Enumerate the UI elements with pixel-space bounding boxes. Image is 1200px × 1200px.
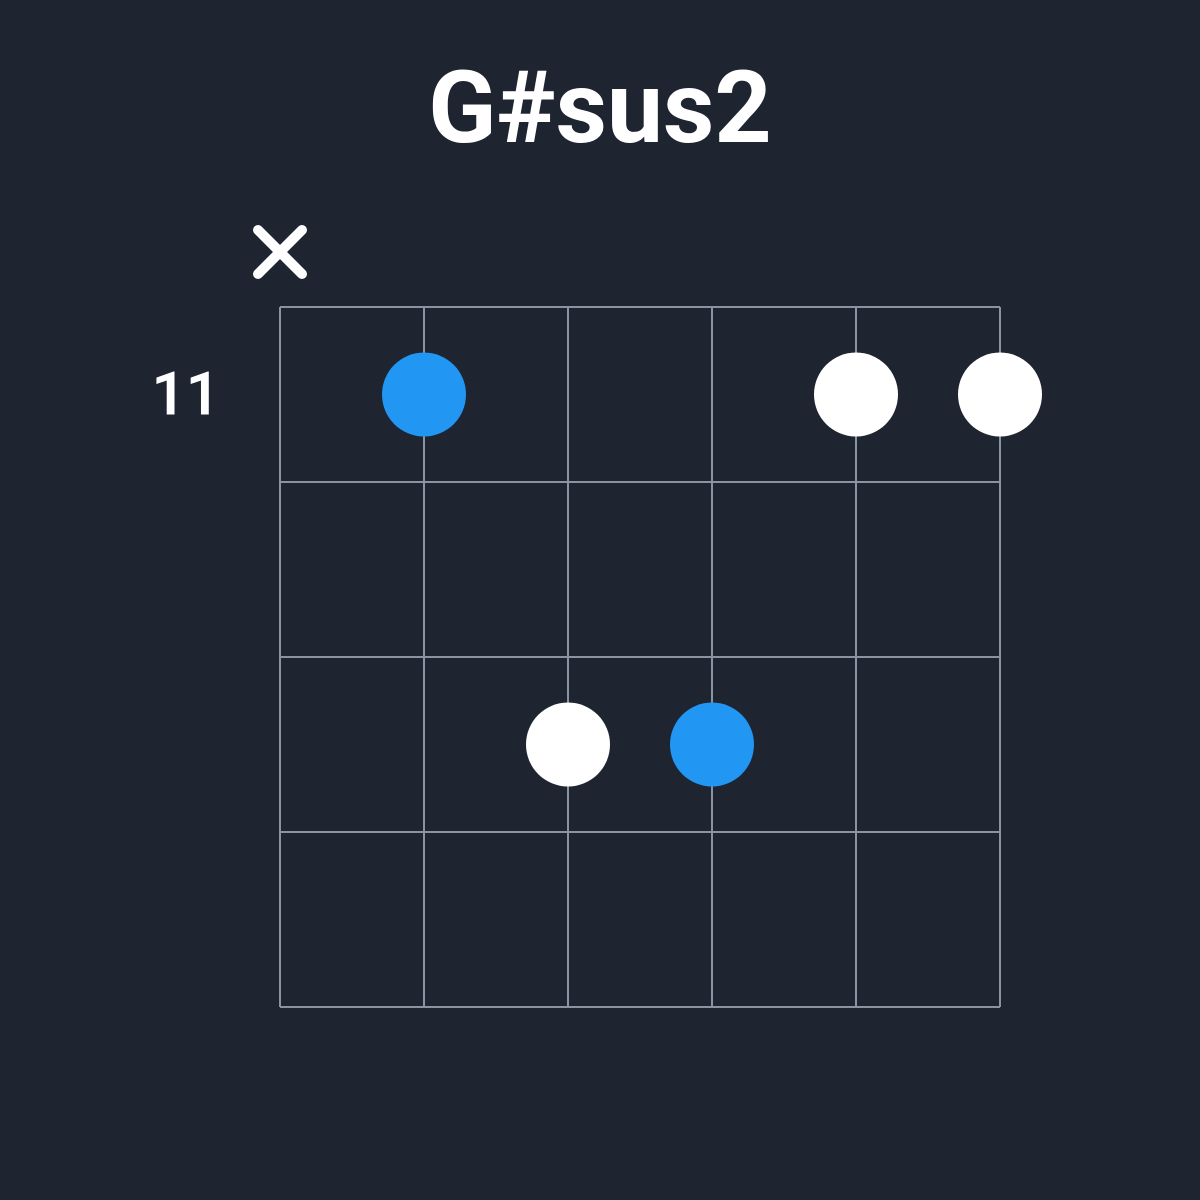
chord-title: G#sus2 [0,0,1200,167]
chord-diagram: 11 [0,167,1200,1067]
mute-icon [258,230,302,274]
root-note-dot [382,353,466,437]
root-note-dot [670,703,754,787]
note-dot [814,353,898,437]
starting-fret-label: 11 [151,359,220,430]
note-dot [958,353,1042,437]
note-dot [526,703,610,787]
